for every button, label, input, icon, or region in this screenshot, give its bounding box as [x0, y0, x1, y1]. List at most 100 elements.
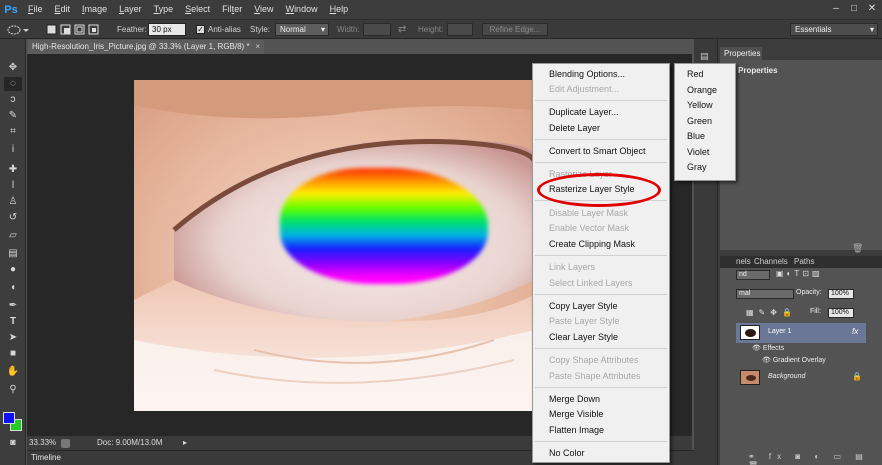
history-panel-icon[interactable]: ▤ — [700, 51, 712, 61]
fill-input[interactable]: 100% — [828, 308, 854, 318]
menu-image[interactable]: Image — [76, 0, 113, 19]
menu-type[interactable]: Type — [148, 0, 180, 19]
opacity-input[interactable]: 100% — [828, 289, 854, 299]
clone-stamp-icon[interactable]: ♙ — [4, 195, 22, 209]
quick-select-icon[interactable]: ✎ — [4, 109, 22, 123]
layer-row-background[interactable]: Background 🔒 — [736, 369, 866, 387]
dodge-icon[interactable]: ◖ — [4, 281, 22, 295]
layer-row-layer1[interactable]: Layer 1 fx — [736, 323, 866, 343]
swap-icon[interactable]: ⇄ — [398, 20, 406, 39]
zoom-icon[interactable]: ⚲ — [4, 383, 22, 397]
minimize-button[interactable]: – — [828, 2, 844, 16]
close-window-button[interactable]: ✕ — [864, 2, 880, 16]
eye-icon[interactable]: 👁 — [762, 357, 771, 364]
menu-item-flatten-image[interactable]: Flatten Image — [549, 425, 604, 435]
menu-view[interactable]: View — [248, 0, 279, 19]
lasso-icon[interactable]: ↄ — [4, 93, 22, 107]
type-icon[interactable]: T — [4, 315, 22, 329]
antialias-checkbox[interactable]: ✓ — [196, 25, 205, 34]
layer-filter-value: nd — [739, 271, 747, 278]
menu-item-merge-visible[interactable]: Merge Visible — [549, 409, 603, 419]
layer-context-menu: Blending Options... Edit Adjustment... D… — [532, 63, 670, 463]
fx-icon[interactable]: fx — [852, 327, 858, 336]
layer1-thumbnail — [740, 325, 760, 340]
layer1-name[interactable]: Layer 1 — [768, 328, 791, 335]
menu-layer[interactable]: Layer — [113, 0, 148, 19]
blur-icon[interactable]: ● — [4, 263, 22, 277]
width-input[interactable] — [363, 23, 391, 36]
quick-mask-icon[interactable]: ◙ — [4, 435, 22, 449]
selection-mode-icons[interactable] — [46, 24, 102, 36]
gradient-overlay-row[interactable]: 👁 Gradient Overlay — [762, 356, 826, 364]
menu-item-blending-options[interactable]: Blending Options... — [549, 69, 625, 79]
pen-icon[interactable]: ✒ — [4, 299, 22, 313]
menu-separator — [535, 387, 667, 388]
layer-filter-icons[interactable]: ▣◐T⊡▨ — [776, 269, 823, 278]
style-select[interactable]: Normal ▾ — [275, 23, 329, 36]
color-item-blue[interactable]: Blue — [687, 131, 705, 141]
style-label: Style: — [250, 25, 271, 34]
history-brush-icon[interactable]: ↺ — [4, 211, 22, 225]
healing-icon[interactable]: ✚ — [4, 163, 22, 177]
menu-item-copy-layer-style[interactable]: Copy Layer Style — [549, 301, 618, 311]
menu-item-delete-layer[interactable]: Delete Layer — [549, 123, 600, 133]
eye-icon[interactable]: 👁 — [752, 345, 761, 352]
menu-file[interactable]: File — [22, 0, 49, 19]
menu-item-duplicate-layer[interactable]: Duplicate Layer... — [549, 107, 619, 117]
color-item-red[interactable]: Red — [687, 69, 704, 79]
marquee-icon[interactable]: ◌ — [4, 77, 22, 91]
brush-icon[interactable]: ⅼ — [4, 179, 22, 193]
menu-item-convert-smart-object[interactable]: Convert to Smart Object — [549, 146, 646, 156]
status-menu-icon[interactable] — [61, 439, 70, 448]
close-icon[interactable]: × — [255, 40, 260, 54]
menu-item-merge-down[interactable]: Merge Down — [549, 394, 600, 404]
status-arrow-icon[interactable]: ▸ — [183, 436, 187, 450]
marquee-preset-icon[interactable] — [6, 24, 30, 36]
maximize-button[interactable]: □ — [846, 2, 862, 16]
tab-channels-partial[interactable]: nels — [736, 257, 751, 266]
color-item-gray[interactable]: Gray — [687, 162, 707, 172]
background-layer-name[interactable]: Background — [768, 373, 805, 380]
lock-icons[interactable]: ▦✎✥🔒 — [746, 308, 797, 317]
refine-edge-button[interactable]: Refine Edge... — [482, 23, 548, 36]
path-select-icon[interactable]: ➤ — [4, 331, 22, 345]
document-tab[interactable]: High-Resolution_Iris_Picture.jpg @ 33.3%… — [28, 40, 264, 54]
menu-separator — [535, 100, 667, 101]
menu-filter[interactable]: Filter — [216, 0, 248, 19]
trash-icon[interactable]: 🗑 — [852, 243, 863, 254]
menu-item-disable-layer-mask: Disable Layer Mask — [549, 208, 629, 218]
layers-footer-icons[interactable]: ⚭ fx ◙ ◐ ▭ ▤ 🗑 — [748, 452, 882, 465]
menu-item-no-color[interactable]: No Color — [549, 448, 585, 458]
timeline-label: Timeline — [31, 453, 61, 462]
workspace-select[interactable]: Essentials ▾ — [790, 23, 878, 36]
zoom-level[interactable]: 33.33% — [29, 436, 56, 450]
menu-help[interactable]: Help — [324, 0, 355, 19]
color-item-green[interactable]: Green — [687, 116, 712, 126]
height-input[interactable] — [447, 23, 473, 36]
hand-icon[interactable]: ✋ — [4, 365, 22, 379]
feather-input[interactable]: 30 px — [148, 23, 186, 36]
color-item-yellow[interactable]: Yellow — [687, 100, 713, 110]
gradient-icon[interactable]: ▤ — [4, 247, 22, 261]
tab-paths[interactable]: Paths — [794, 257, 814, 266]
menu-window[interactable]: Window — [280, 0, 324, 19]
move-icon[interactable]: ✥ — [4, 61, 22, 75]
foreground-color-swatch[interactable] — [3, 412, 15, 424]
tab-channels[interactable]: Channels — [754, 257, 788, 266]
style-value: Normal — [280, 25, 306, 34]
blend-mode-select[interactable]: mal — [736, 289, 794, 299]
tab-properties[interactable]: Properties — [720, 47, 762, 60]
color-item-orange[interactable]: Orange — [687, 85, 717, 95]
crop-icon[interactable]: ⌗ — [4, 125, 22, 139]
menu-edit[interactable]: Edit — [49, 0, 77, 19]
menu-item-clear-layer-style[interactable]: Clear Layer Style — [549, 332, 618, 342]
menu-select[interactable]: Select — [179, 0, 216, 19]
eraser-icon[interactable]: ▱ — [4, 229, 22, 243]
eyedropper-icon[interactable]: ⅰ — [4, 143, 22, 157]
layer-filter-select[interactable]: nd — [736, 270, 770, 280]
color-item-violet[interactable]: Violet — [687, 147, 709, 157]
shape-icon[interactable]: ■ — [4, 347, 22, 361]
menu-item-create-clipping-mask[interactable]: Create Clipping Mask — [549, 239, 635, 249]
effects-row[interactable]: 👁 Effects — [752, 344, 784, 352]
menu-item-enable-vector-mask: Enable Vector Mask — [549, 223, 630, 233]
